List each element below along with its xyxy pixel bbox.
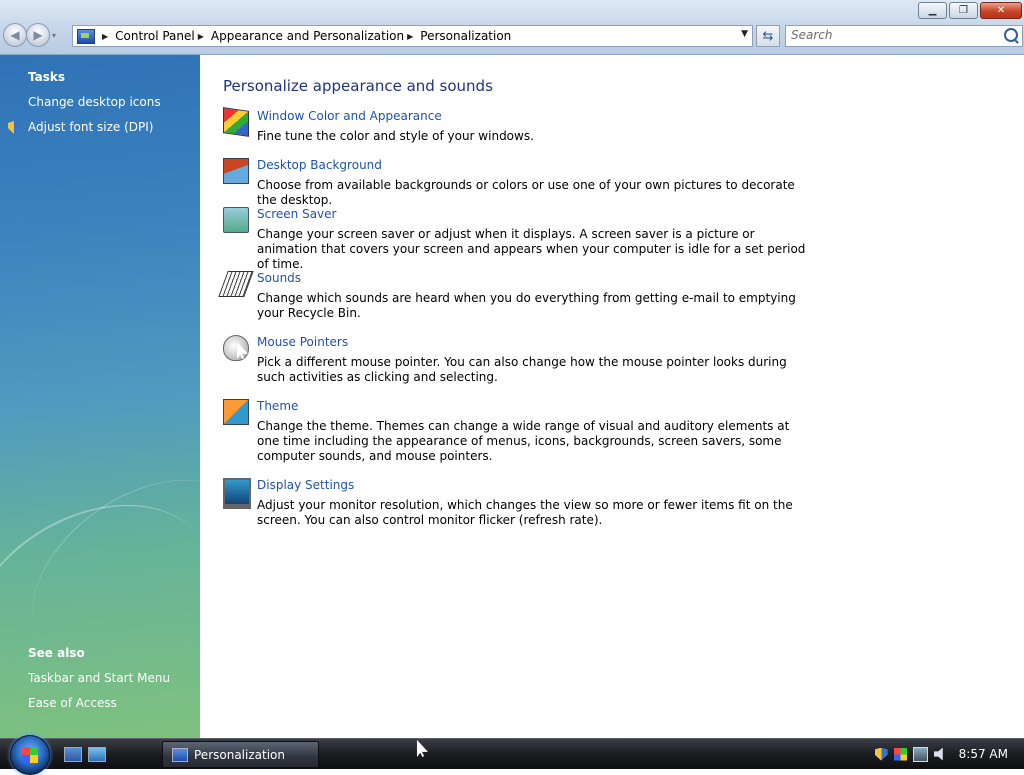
close-button[interactable]: ✕ bbox=[980, 2, 1022, 19]
see-also-heading: See also bbox=[28, 646, 85, 660]
control-panel-icon bbox=[172, 747, 188, 762]
theme-link[interactable]: Theme bbox=[257, 399, 298, 413]
item-description: Adjust your monitor resolution, which ch… bbox=[257, 498, 793, 527]
start-button[interactable] bbox=[10, 735, 50, 775]
sounds-icon[interactable] bbox=[218, 271, 254, 297]
back-arrow-icon: ◀ bbox=[10, 28, 20, 42]
mouse-pointers-link[interactable]: Mouse Pointers bbox=[257, 335, 348, 349]
security-shield-icon[interactable] bbox=[874, 747, 888, 761]
search-icon[interactable] bbox=[1004, 28, 1018, 42]
volume-icon[interactable] bbox=[933, 747, 943, 761]
sounds-link[interactable]: Sounds bbox=[257, 271, 301, 285]
show-desktop-icon[interactable] bbox=[64, 747, 82, 762]
breadcrumb-separator[interactable]: ▶ bbox=[102, 32, 108, 41]
adjust-font-size-link[interactable]: Adjust font size (DPI) bbox=[28, 120, 153, 134]
display-settings-link[interactable]: Display Settings bbox=[257, 478, 354, 492]
navigation-buttons: ◀ ▶ ▾ bbox=[3, 23, 56, 47]
system-tray: 8:57 AM bbox=[874, 739, 1024, 769]
breadcrumb-personalization[interactable]: Personalization bbox=[420, 29, 511, 43]
refresh-icon: ⇆ bbox=[762, 28, 774, 44]
address-dropdown-button[interactable]: ▼ bbox=[741, 29, 748, 39]
window-color-icon[interactable] bbox=[223, 107, 249, 137]
breadcrumb-control-panel[interactable]: Control Panel bbox=[115, 29, 195, 43]
switch-windows-icon[interactable] bbox=[88, 747, 106, 762]
windows-flag-icon[interactable] bbox=[893, 747, 907, 761]
item-description: Change your screen saver or adjust when … bbox=[257, 227, 806, 271]
search-box[interactable] bbox=[785, 25, 1023, 47]
address-bar[interactable]: ▶ Control Panel ▶ Appearance and Persona… bbox=[72, 25, 753, 47]
breadcrumb-appearance-personalization[interactable]: Appearance and Personalization bbox=[211, 29, 404, 43]
uac-shield-icon bbox=[8, 121, 20, 134]
taskbar: Personalization 8:57 AM bbox=[0, 735, 1024, 775]
windows-logo-icon bbox=[22, 747, 38, 763]
item-description: Choose from available backgrounds or col… bbox=[257, 178, 795, 207]
desktop-background-link[interactable]: Desktop Background bbox=[257, 158, 382, 172]
theme-icon[interactable] bbox=[223, 399, 249, 425]
taskbar-start-menu-link[interactable]: Taskbar and Start Menu bbox=[28, 671, 170, 685]
refresh-button[interactable]: ⇆ bbox=[756, 25, 780, 47]
search-input[interactable] bbox=[786, 26, 991, 44]
clock[interactable]: 8:57 AM bbox=[959, 747, 1008, 761]
item-description: Change which sounds are heard when you d… bbox=[257, 291, 796, 320]
tasks-heading: Tasks bbox=[28, 70, 66, 84]
tasks-sidebar: Tasks Change desktop icons Adjust font s… bbox=[0, 55, 200, 738]
control-panel-icon bbox=[77, 28, 95, 44]
mouse-pointers-icon[interactable] bbox=[223, 335, 249, 361]
breadcrumb-separator[interactable]: ▶ bbox=[407, 32, 413, 41]
item-description: Change the theme. Themes can change a wi… bbox=[257, 419, 790, 463]
network-icon[interactable] bbox=[912, 746, 928, 762]
taskbar-button-label: Personalization bbox=[194, 747, 285, 762]
screen-saver-link[interactable]: Screen Saver bbox=[257, 207, 336, 221]
recent-pages-dropdown[interactable]: ▾ bbox=[52, 31, 56, 40]
main-content: Personalize appearance and sounds Window… bbox=[200, 55, 1024, 738]
change-desktop-icons-link[interactable]: Change desktop icons bbox=[28, 95, 161, 109]
display-settings-icon[interactable] bbox=[223, 478, 251, 509]
screen-saver-icon[interactable] bbox=[223, 207, 249, 233]
window-titlebar: ▁ ❐ ✕ ◀ ▶ ▾ ▶ Control Panel ▶ Appearance… bbox=[0, 0, 1024, 55]
window-controls: ▁ ❐ ✕ bbox=[918, 2, 1022, 19]
forward-button[interactable]: ▶ bbox=[26, 23, 50, 47]
back-button[interactable]: ◀ bbox=[3, 23, 27, 47]
ease-of-access-link[interactable]: Ease of Access bbox=[28, 696, 117, 710]
mouse-cursor-icon bbox=[417, 740, 428, 757]
minimize-button[interactable]: ▁ bbox=[918, 2, 947, 19]
page-title: Personalize appearance and sounds bbox=[223, 77, 493, 95]
breadcrumb-separator[interactable]: ▶ bbox=[198, 32, 204, 41]
maximize-button[interactable]: ❐ bbox=[949, 2, 978, 19]
desktop-background-icon[interactable] bbox=[223, 158, 249, 184]
item-description: Pick a different mouse pointer. You can … bbox=[257, 355, 787, 384]
forward-arrow-icon: ▶ bbox=[33, 28, 43, 42]
item-description: Fine tune the color and style of your wi… bbox=[257, 129, 534, 143]
window-color-appearance-link[interactable]: Window Color and Appearance bbox=[257, 109, 442, 123]
taskbar-button-personalization[interactable]: Personalization bbox=[162, 741, 319, 768]
